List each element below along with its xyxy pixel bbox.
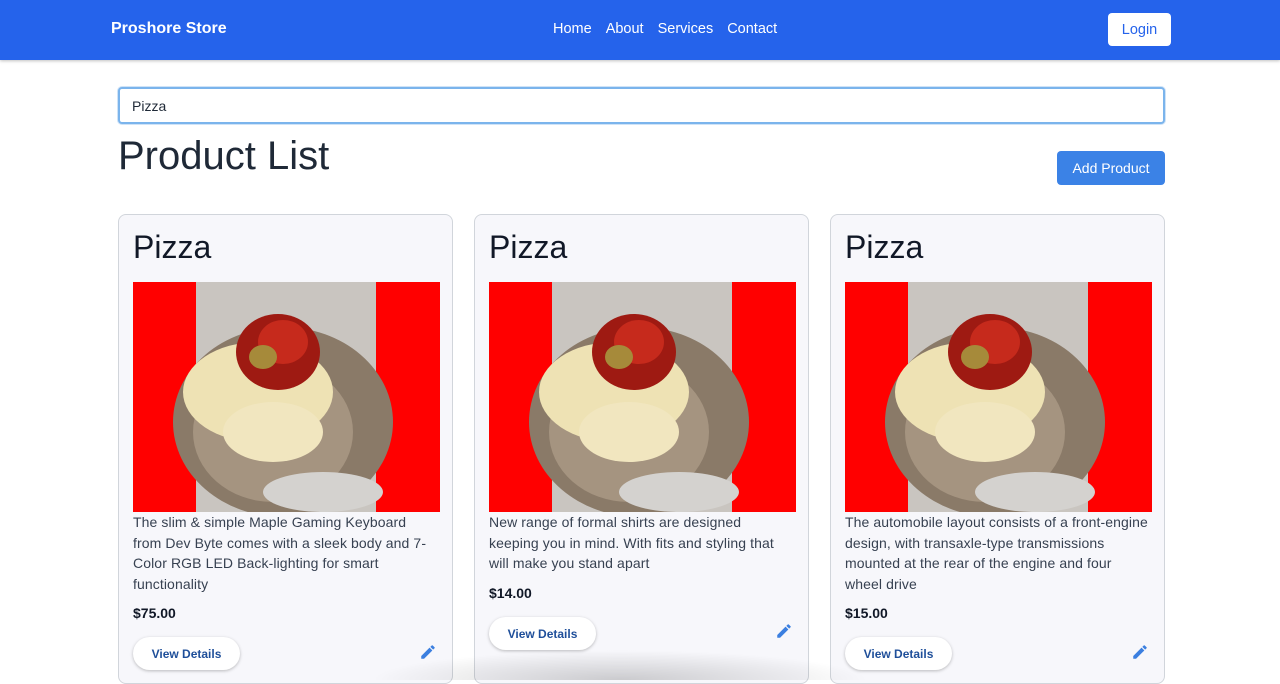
nav-link-contact[interactable]: Contact bbox=[727, 21, 777, 37]
product-title: Pizza bbox=[133, 229, 212, 265]
nav-links: Home About Services Contact bbox=[553, 21, 777, 37]
product-description: The slim & simple Maple Gaming Keyboard … bbox=[133, 514, 427, 592]
view-details-button[interactable]: View Details bbox=[489, 617, 596, 650]
product-price: $75.00 bbox=[133, 605, 176, 621]
nav-link-home[interactable]: Home bbox=[553, 21, 592, 37]
product-card: Pizza The automobile layout consists of … bbox=[830, 214, 1165, 684]
login-button[interactable]: Login bbox=[1108, 13, 1171, 46]
product-card: Pizza The slim & simple Maple Gaming Key… bbox=[118, 214, 453, 684]
nav-link-services[interactable]: Services bbox=[658, 21, 714, 37]
product-price: $14.00 bbox=[489, 585, 532, 601]
pencil-icon[interactable] bbox=[775, 622, 793, 640]
product-description: The automobile layout consists of a fron… bbox=[845, 514, 1148, 592]
product-image bbox=[133, 282, 440, 512]
view-details-button[interactable]: View Details bbox=[133, 637, 240, 670]
pencil-icon[interactable] bbox=[1131, 643, 1149, 661]
brand-logo[interactable]: Proshore Store bbox=[111, 20, 227, 38]
nav-link-about[interactable]: About bbox=[606, 21, 644, 37]
add-product-button[interactable]: Add Product bbox=[1057, 151, 1165, 185]
product-description: New range of formal shirts are designed … bbox=[489, 514, 774, 571]
page-title: Product List bbox=[118, 134, 330, 178]
product-image bbox=[845, 282, 1152, 512]
navbar: Proshore Store Home About Services Conta… bbox=[0, 0, 1280, 60]
product-card: Pizza New range of formal shirts are des… bbox=[474, 214, 809, 684]
product-title: Pizza bbox=[489, 229, 568, 265]
product-image bbox=[489, 282, 796, 512]
search-input[interactable] bbox=[118, 87, 1165, 124]
pencil-icon[interactable] bbox=[419, 643, 437, 661]
view-details-button[interactable]: View Details bbox=[845, 637, 952, 670]
product-title: Pizza bbox=[845, 229, 924, 265]
product-price: $15.00 bbox=[845, 605, 888, 621]
